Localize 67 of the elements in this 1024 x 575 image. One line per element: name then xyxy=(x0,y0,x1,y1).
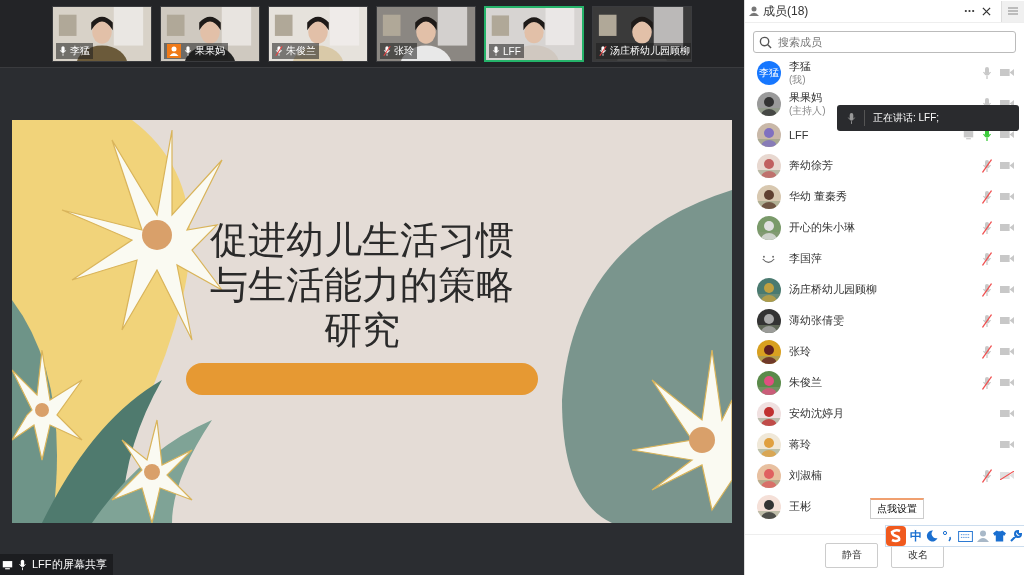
screen-share-icon xyxy=(2,558,13,571)
member-name: 朱俊兰 xyxy=(789,375,822,390)
member-name: 李猛 xyxy=(789,59,811,74)
slide-title: 促进幼儿生活习惯 与生活能力的策略 研究 xyxy=(210,218,514,353)
video-tile[interactable]: LFF xyxy=(484,6,584,62)
muted-mic-icon[interactable] xyxy=(982,313,992,328)
video-tile[interactable]: 果果妈 xyxy=(160,6,260,62)
wrench-icon[interactable] xyxy=(1010,530,1022,542)
ime-tooltip: 点我设置 xyxy=(870,498,924,519)
keyboard-icon[interactable] xyxy=(958,530,973,542)
member-name: 果果妈 xyxy=(789,90,822,105)
more-icon[interactable] xyxy=(964,9,975,13)
member-name: 安幼沈婷月 xyxy=(789,406,844,421)
muted-mic-icon[interactable] xyxy=(982,375,992,390)
ime-mode-toggle[interactable]: 中 xyxy=(910,527,922,545)
member-name: 王彬 xyxy=(789,499,811,514)
mic-icon xyxy=(847,111,856,125)
member-role: (我) xyxy=(789,74,806,86)
member-name: LFF xyxy=(789,128,809,141)
muted-mic-icon[interactable] xyxy=(982,158,992,173)
member-role: (主持人) xyxy=(789,105,826,117)
muted-mic-icon[interactable] xyxy=(982,282,992,297)
member-name: 奔幼徐芳 xyxy=(789,158,833,173)
shirt-icon[interactable] xyxy=(993,530,1006,542)
close-icon[interactable] xyxy=(982,6,991,16)
participant-name: 李猛 xyxy=(70,44,90,58)
avatar: 李猛 xyxy=(757,60,781,85)
member-name: 蒋玲 xyxy=(789,437,811,452)
member-name: 汤庄桥幼儿园顾柳 xyxy=(789,282,877,297)
person-icon xyxy=(749,6,759,16)
participant-name: 张玲 xyxy=(394,44,414,58)
member-name: 开心的朱小琳 xyxy=(789,220,855,235)
mic-icon xyxy=(17,558,28,571)
video-tile[interactable]: 朱俊兰 xyxy=(268,6,368,62)
moon-icon[interactable] xyxy=(926,530,938,542)
speaking-text: 正在讲话: LFF; xyxy=(873,111,940,125)
participant-name: 朱俊兰 xyxy=(286,44,316,58)
search-icon xyxy=(759,36,772,49)
screen-share-icon xyxy=(963,129,974,140)
video-tile[interactable]: 汤庄桥幼儿园顾柳 xyxy=(592,6,692,62)
person-icon[interactable] xyxy=(977,530,989,542)
punctuation-icon[interactable] xyxy=(942,530,954,542)
video-tile[interactable]: 李猛 xyxy=(52,6,152,62)
participant-name: 果果妈 xyxy=(195,44,225,58)
muted-mic-icon[interactable] xyxy=(982,344,992,359)
panel-title: 成员(18) xyxy=(763,2,810,20)
muted-mic-icon[interactable] xyxy=(982,220,992,235)
member-name: 华幼 董秦秀 xyxy=(789,189,848,204)
camera-off-icon[interactable] xyxy=(1000,471,1014,480)
footer-button[interactable]: 静音 xyxy=(825,542,878,568)
participant-name: LFF xyxy=(503,45,521,57)
ime-logo-icon[interactable] xyxy=(886,526,906,546)
search-field[interactable]: 搜索成员 xyxy=(753,31,1016,53)
menu-button[interactable] xyxy=(1001,0,1024,22)
member-name: 薄幼张倩雯 xyxy=(789,313,844,328)
muted-mic-icon[interactable] xyxy=(982,251,992,266)
participant-name: 汤庄桥幼儿园顾柳 xyxy=(610,44,690,58)
muted-mic-icon[interactable] xyxy=(982,468,992,483)
menu-icon xyxy=(1008,7,1018,15)
member-name: 刘淑楠 xyxy=(789,468,822,483)
smiley-icon xyxy=(762,254,775,263)
video-tile[interactable]: 张玲 xyxy=(376,6,476,62)
member-name: 李国萍 xyxy=(789,251,822,266)
camera-icon[interactable] xyxy=(1000,130,1014,139)
member-name: 张玲 xyxy=(789,344,811,359)
muted-mic-icon[interactable] xyxy=(982,189,992,204)
share-text: LFF的屏幕共享 xyxy=(32,557,107,572)
